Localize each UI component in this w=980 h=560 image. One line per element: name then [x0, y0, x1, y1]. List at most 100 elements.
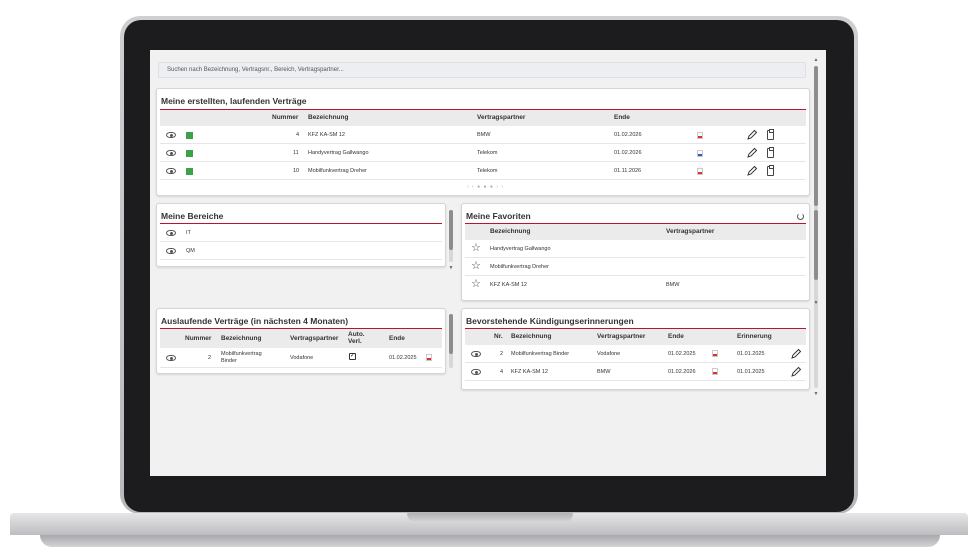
laptop-base-bottom — [40, 535, 940, 547]
card-title: Auslaufende Verträge (in nächsten 4 Mona… — [161, 316, 349, 326]
scroll-down-arrow-icon[interactable]: ▼ — [448, 266, 454, 271]
laptop-notch — [407, 513, 573, 523]
table-header: Nr. Bezeichnung Vertragspartner Ende Eri… — [465, 329, 806, 345]
refresh-icon[interactable] — [797, 213, 804, 220]
favorites-scrollbar[interactable] — [814, 210, 818, 298]
eye-icon[interactable] — [471, 369, 481, 375]
areas-scrollbar[interactable] — [449, 210, 453, 262]
clipboard-icon[interactable] — [767, 147, 774, 158]
col-vertragspartner[interactable]: Vertragspartner — [477, 114, 525, 121]
list-item[interactable]: QM — [160, 242, 442, 260]
col-bezeichnung[interactable]: Bezeichnung — [221, 335, 261, 342]
col-nummer[interactable]: Nummer — [185, 335, 211, 342]
cell-ende: 01.02.2026 — [614, 150, 642, 156]
status-square-icon — [186, 132, 193, 139]
pencil-icon[interactable] — [790, 348, 802, 360]
cell-bezeichnung: KFZ KA-SM 12 — [308, 132, 345, 138]
cell-nummer: 2 — [208, 355, 212, 361]
scroll-up-arrow-icon[interactable]: ▲ — [813, 58, 819, 63]
pdf-icon[interactable] — [697, 168, 703, 175]
col-vertragspartner[interactable]: Vertragspartner — [666, 228, 714, 235]
word-icon[interactable] — [697, 150, 703, 157]
table-row[interactable]: 2 Mobilfunkvertrag Binder Vodafone 01.02… — [465, 345, 806, 363]
list-item[interactable]: IT — [160, 224, 442, 242]
star-icon[interactable]: ☆ — [471, 243, 481, 254]
table-row[interactable]: 2 Mobilfunkvertrag Binder Vodafone ✓ 01.… — [160, 348, 442, 368]
eye-icon[interactable] — [166, 248, 176, 254]
col-ende[interactable]: Ende — [668, 333, 684, 340]
col-nummer[interactable]: Nummer — [272, 114, 298, 121]
eye-icon[interactable] — [166, 168, 176, 174]
pencil-icon[interactable] — [790, 366, 802, 378]
clipboard-icon[interactable] — [767, 129, 774, 140]
table-row[interactable]: 4 KFZ KA-SM 12 BMW 01.02.2026 — [160, 126, 806, 144]
cell-bezeichnung: Mobilfunkvertrag Binder — [511, 351, 570, 357]
search-input[interactable]: Suchen nach Bezeichnung, Vertragsnr., Be… — [158, 62, 806, 78]
table-row[interactable]: ☆ KFZ KA-SM 12 BMW — [465, 276, 806, 294]
col-bezeichnung[interactable]: Bezeichnung — [490, 228, 530, 235]
scroll-down-arrow-icon[interactable]: ▼ — [813, 301, 819, 306]
cell-bezeichnung-line1: Mobilfunkvertrag — [221, 351, 262, 357]
col-vertragspartner[interactable]: Vertragspartner — [290, 335, 338, 342]
star-icon[interactable]: ☆ — [471, 279, 481, 290]
cell-partner: Telekom — [477, 150, 498, 156]
col-auto-line1[interactable]: Auto. — [348, 331, 365, 338]
eye-icon[interactable] — [166, 230, 176, 236]
table-row[interactable]: 4 KFZ KA-SM 12 BMW 01.02.2026 01.01.2025 — [465, 363, 806, 381]
col-ende[interactable]: Ende — [614, 114, 630, 121]
col-nr[interactable]: Nr. — [494, 333, 503, 340]
table-row[interactable]: 10 Mobilfunkvertrag Dreher Telekom 01.11… — [160, 162, 806, 180]
cell-nr: 4 — [500, 369, 504, 375]
cancellation-reminders-card: Bevorstehende Kündigungserinnerungen Nr.… — [461, 308, 810, 390]
status-square-icon — [186, 168, 193, 175]
col-erinnerung[interactable]: Erinnerung — [737, 333, 772, 340]
pagination[interactable]: ‹ ‹ ● ● ● › › — [467, 184, 504, 190]
cell-bezeichnung: KFZ KA-SM 12 — [511, 369, 548, 375]
cell-bezeichnung: Handyvertrag Gallwango — [490, 246, 551, 252]
favorites-card: Meine Favoriten Bezeichnung Vertragspart… — [461, 203, 810, 301]
star-icon[interactable]: ☆ — [471, 261, 481, 272]
card-title: Meine Bereiche — [161, 211, 224, 221]
table-row[interactable]: 11 Handyvertrag Gallwango Telekom 01.02.… — [160, 144, 806, 162]
pdf-icon[interactable] — [712, 368, 718, 375]
cell-nummer: 10 — [293, 168, 300, 174]
eye-icon[interactable] — [166, 132, 176, 138]
cell-ende: 01.02.2026 — [614, 132, 642, 138]
scroll-down-arrow-icon[interactable]: ▼ — [813, 392, 819, 397]
eye-icon[interactable] — [471, 351, 481, 357]
pdf-icon[interactable] — [697, 132, 703, 139]
col-bezeichnung[interactable]: Bezeichnung — [511, 333, 551, 340]
checkbox-icon[interactable]: ✓ — [349, 353, 356, 360]
pencil-icon[interactable] — [746, 165, 758, 177]
card-title: Meine erstellten, laufenden Verträge — [161, 96, 307, 106]
pencil-icon[interactable] — [746, 147, 758, 159]
pdf-icon[interactable] — [426, 354, 432, 361]
table-header: Nummer Bezeichnung Vertragspartner Ende — [160, 110, 806, 126]
col-auto-line2[interactable]: Verl. — [348, 338, 362, 345]
pencil-icon[interactable] — [746, 129, 758, 141]
eye-icon[interactable] — [166, 355, 176, 361]
eye-icon[interactable] — [166, 150, 176, 156]
cell-bezeichnung: Mobilfunkvertrag Dreher — [308, 168, 367, 174]
table-row[interactable]: ☆ Handyvertrag Gallwango — [465, 240, 806, 258]
cell-erinnerung: 01.01.2025 — [737, 369, 765, 375]
expiring-scrollbar[interactable] — [449, 314, 453, 368]
pdf-icon[interactable] — [712, 350, 718, 357]
laptop-screen: Suchen nach Bezeichnung, Vertragsnr., Be… — [150, 50, 826, 476]
table-row[interactable]: ☆ Mobilfunkvertrag Dreher — [465, 258, 806, 276]
clipboard-icon[interactable] — [767, 165, 774, 176]
cell-ende: 01.02.2026 — [668, 369, 696, 375]
cell-ende: 01.02.2025 — [668, 351, 696, 357]
expiring-contracts-card: Auslaufende Verträge (in nächsten 4 Mona… — [156, 308, 446, 374]
col-vertragspartner[interactable]: Vertragspartner — [597, 333, 645, 340]
col-ende[interactable]: Ende — [389, 335, 405, 342]
running-contracts-card: Meine erstellten, laufenden Verträge Num… — [156, 88, 810, 196]
cell-partner: BMW — [477, 132, 491, 138]
card-title: Meine Favoriten — [466, 211, 531, 221]
cell-bezeichnung-line2: Binder — [221, 358, 237, 364]
col-bezeichnung[interactable]: Bezeichnung — [308, 114, 348, 121]
cell-nummer: 11 — [293, 150, 299, 156]
cell-partner: Vodafone — [290, 355, 314, 361]
card-title: Bevorstehende Kündigungserinnerungen — [466, 316, 634, 326]
cell-nr: 2 — [500, 351, 504, 357]
